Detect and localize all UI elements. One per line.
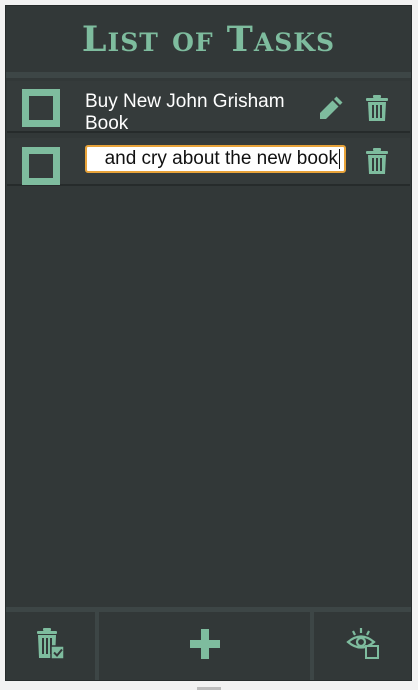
task-edit-input[interactable]: and cry about the new book bbox=[85, 145, 346, 173]
task-edit-value: and cry about the new book bbox=[104, 148, 338, 169]
task-row: Buy New John Grisham Book bbox=[7, 81, 410, 135]
task-checkbox[interactable] bbox=[22, 147, 60, 185]
task-row: and cry about the new book bbox=[7, 138, 410, 186]
eye-toggle-icon bbox=[345, 626, 381, 667]
clear-completed-button[interactable] bbox=[6, 612, 99, 680]
task-list: Buy New John Grisham Book and cry about … bbox=[6, 78, 411, 186]
trash-icon[interactable] bbox=[365, 94, 389, 122]
text-caret bbox=[339, 149, 340, 169]
add-task-button[interactable] bbox=[99, 612, 314, 680]
trash-icon[interactable] bbox=[365, 147, 389, 175]
toggle-visibility-button[interactable] bbox=[314, 612, 411, 680]
trash-check-icon bbox=[36, 627, 66, 666]
plus-icon bbox=[188, 627, 222, 666]
task-checkbox[interactable] bbox=[22, 89, 60, 127]
footer-toolbar bbox=[6, 607, 411, 680]
header: List of Tasks bbox=[6, 6, 411, 78]
page-title: List of Tasks bbox=[81, 18, 336, 60]
task-label[interactable]: Buy New John Grisham Book bbox=[85, 91, 310, 135]
pencil-icon[interactable] bbox=[317, 94, 345, 122]
app-window: List of Tasks Buy New John Grisham Book bbox=[6, 6, 411, 680]
